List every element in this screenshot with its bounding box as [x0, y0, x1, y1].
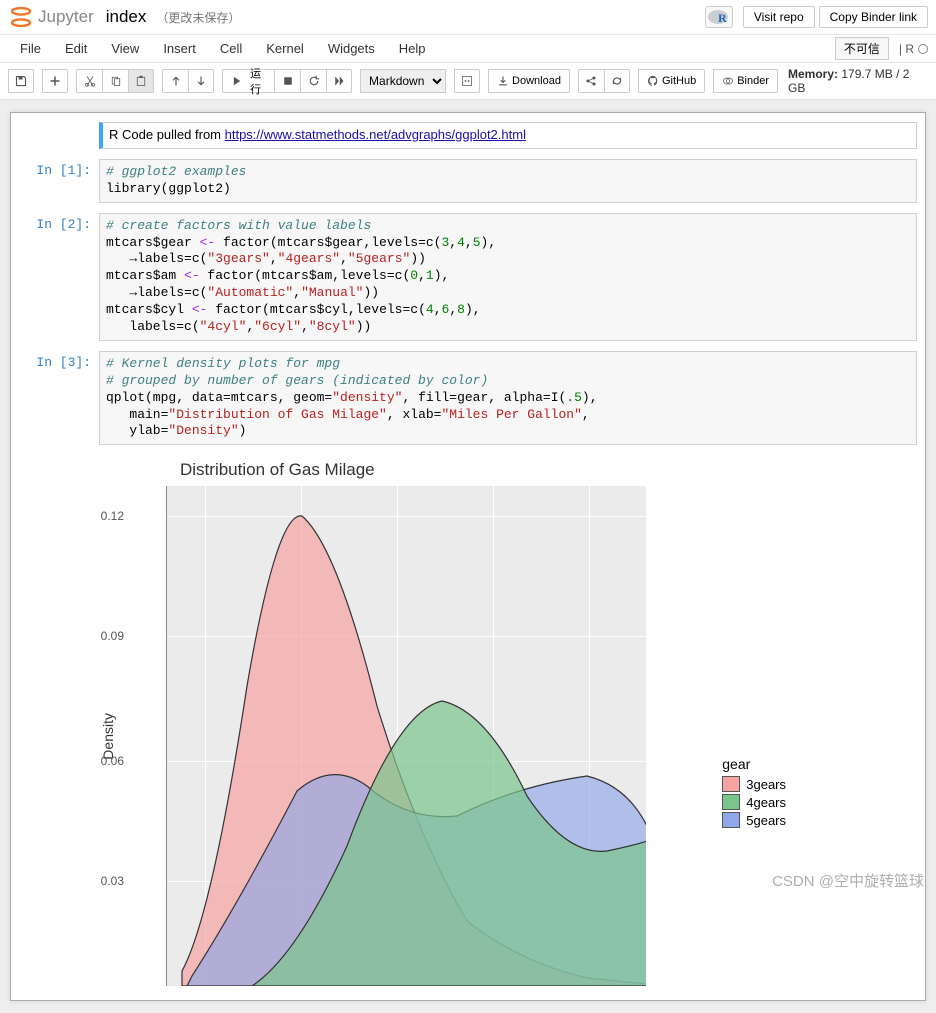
menubar: File Edit View Insert Cell Kernel Widget…	[0, 35, 936, 63]
celltype-select[interactable]: Markdown	[360, 69, 446, 93]
brand-text: Jupyter	[38, 7, 94, 27]
legend-item: 4gears	[722, 794, 786, 810]
cut-button[interactable]	[76, 69, 102, 93]
interrupt-button[interactable]	[274, 69, 300, 93]
legend-item: 3gears	[722, 776, 786, 792]
run-label: 运行	[245, 65, 266, 97]
code-cell[interactable]: In [1]: # ggplot2 examples library(ggplo…	[15, 156, 921, 206]
menu-edit[interactable]: Edit	[53, 35, 99, 62]
md-link[interactable]: https://www.statmethods.net/advgraphs/gg…	[225, 127, 526, 142]
chart-title: Distribution of Gas Milage	[180, 460, 720, 480]
binder-button[interactable]: Binder	[713, 69, 778, 93]
cell-prompt: In [2]:	[19, 213, 99, 341]
legend-title: gear	[722, 756, 786, 772]
r-logo-icon: R	[705, 6, 733, 28]
svg-text:R: R	[718, 11, 727, 25]
code-input[interactable]: # Kernel density plots for mpg # grouped…	[99, 351, 917, 445]
binder-label: Binder	[737, 75, 769, 87]
code-cell[interactable]: In [3]: # Kernel density plots for mpg #…	[15, 348, 921, 448]
code-input[interactable]: # ggplot2 examples library(ggplot2)	[99, 159, 917, 203]
menu-insert[interactable]: Insert	[151, 35, 208, 62]
kernel-name[interactable]: | R	[899, 42, 914, 56]
plot-panel	[166, 486, 646, 986]
save-button[interactable]	[8, 69, 34, 93]
move-up-button[interactable]	[162, 69, 188, 93]
legend-swatch-icon	[722, 812, 740, 828]
legend-swatch-icon	[722, 794, 740, 810]
move-down-button[interactable]	[188, 69, 214, 93]
restart-run-all-button[interactable]	[326, 69, 352, 93]
command-palette-button[interactable]	[454, 69, 480, 93]
menu-cell[interactable]: Cell	[208, 35, 254, 62]
copy-button[interactable]	[102, 69, 128, 93]
density-plot: Distribution of Gas Milage Density 0.12 …	[100, 460, 720, 986]
cell-prompt	[19, 122, 99, 149]
kernel-idle-icon	[918, 44, 928, 54]
github-button[interactable]: GitHub	[638, 69, 705, 93]
markdown-cell[interactable]: R Code pulled from https://www.statmetho…	[15, 119, 921, 152]
run-button[interactable]: 运行	[222, 69, 274, 93]
legend-swatch-icon	[722, 776, 740, 792]
download-label: Download	[512, 75, 561, 87]
menu-widgets[interactable]: Widgets	[316, 35, 387, 62]
toolbar: 运行 Markdown Download GitHub Binder Memor…	[0, 63, 936, 100]
share-notebook-button[interactable]	[578, 69, 604, 93]
y-axis-label: Density	[100, 713, 116, 760]
add-cell-button[interactable]	[42, 69, 68, 93]
download-button[interactable]: Download	[488, 69, 570, 93]
copy-binder-link-button[interactable]: Copy Binder link	[819, 6, 928, 28]
watermark-text: CSDN @空中旋转篮球	[772, 870, 924, 891]
header-bar: Jupyter index （更改未保存） R Visit repo Copy …	[0, 0, 936, 35]
legend-item: 5gears	[722, 812, 786, 828]
share-binder-button[interactable]	[604, 69, 630, 93]
code-input[interactable]: # create factors with value labels mtcar…	[99, 213, 917, 341]
output-area: Distribution of Gas Milage Density 0.12 …	[100, 452, 921, 994]
memory-indicator: Memory: 179.7 MB / 2 GB	[788, 67, 928, 95]
jupyter-logo-icon	[8, 4, 34, 30]
save-status: （更改未保存）	[156, 9, 240, 26]
chart-legend: gear 3gears 4gears 5gears	[722, 756, 786, 830]
menu-kernel[interactable]: Kernel	[254, 35, 316, 62]
visit-repo-button[interactable]: Visit repo	[743, 6, 815, 28]
menu-help[interactable]: Help	[387, 35, 438, 62]
menu-file[interactable]: File	[8, 35, 53, 62]
code-cell[interactable]: In [2]: # create factors with value labe…	[15, 210, 921, 344]
notebook-name[interactable]: index	[106, 7, 147, 27]
cell-prompt: In [1]:	[19, 159, 99, 203]
not-trusted-button[interactable]: 不可信	[835, 37, 889, 60]
md-text: R Code pulled from	[109, 127, 225, 142]
github-label: GitHub	[662, 75, 696, 87]
menu-view[interactable]: View	[99, 35, 151, 62]
paste-button[interactable]	[128, 69, 154, 93]
restart-button[interactable]	[300, 69, 326, 93]
cell-prompt: In [3]:	[19, 351, 99, 445]
